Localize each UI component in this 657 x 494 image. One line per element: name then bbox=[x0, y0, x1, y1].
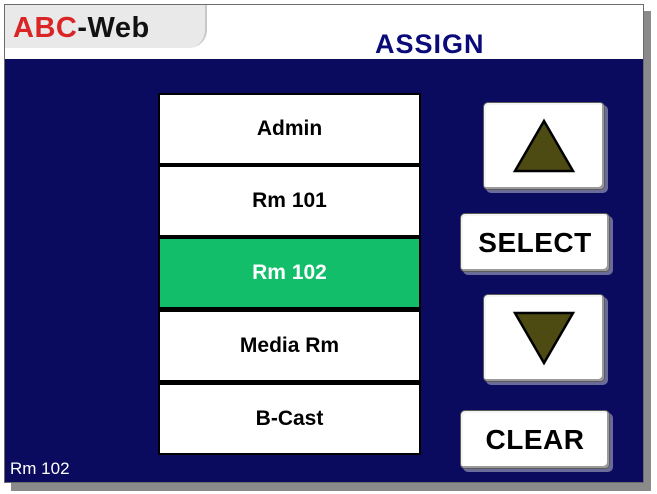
app-panel: ABC-Web ASSIGN Admin Rm 101 Rm 102 Media… bbox=[4, 4, 644, 483]
status-text: Rm 102 bbox=[10, 459, 70, 478]
list-item[interactable]: Rm 101 bbox=[160, 167, 419, 235]
triangle-down-icon bbox=[512, 311, 576, 366]
logo-web: -Web bbox=[77, 12, 150, 44]
scroll-down-button[interactable] bbox=[483, 294, 605, 382]
app-logo: ABC-Web bbox=[13, 12, 150, 45]
list-item[interactable]: Media Rm bbox=[160, 312, 419, 380]
header-bar: ABC-Web ASSIGN bbox=[5, 5, 643, 59]
logo-abc: ABC bbox=[13, 12, 78, 44]
list-item-label: Admin bbox=[256, 117, 323, 140]
clear-button-label: CLEAR bbox=[485, 423, 585, 455]
select-button-label: SELECT bbox=[478, 226, 592, 258]
logo-tab: ABC-Web bbox=[5, 5, 207, 48]
list-item-selected[interactable]: Rm 102 bbox=[160, 239, 419, 307]
list-item-label: Rm 102 bbox=[252, 261, 327, 284]
page-title: ASSIGN bbox=[375, 29, 485, 59]
clear-button[interactable]: CLEAR bbox=[460, 410, 610, 469]
select-button[interactable]: SELECT bbox=[460, 213, 610, 272]
list-item-label: Media Rm bbox=[239, 334, 340, 357]
room-list: Admin Rm 101 Rm 102 Media Rm B-Cast bbox=[158, 93, 421, 455]
list-item[interactable]: B-Cast bbox=[160, 385, 419, 453]
scroll-up-button[interactable] bbox=[483, 102, 605, 190]
list-item-label: Rm 101 bbox=[252, 189, 327, 212]
triangle-up-icon bbox=[512, 118, 576, 173]
list-item-label: B-Cast bbox=[255, 407, 324, 430]
list-item[interactable]: Admin bbox=[160, 95, 419, 163]
